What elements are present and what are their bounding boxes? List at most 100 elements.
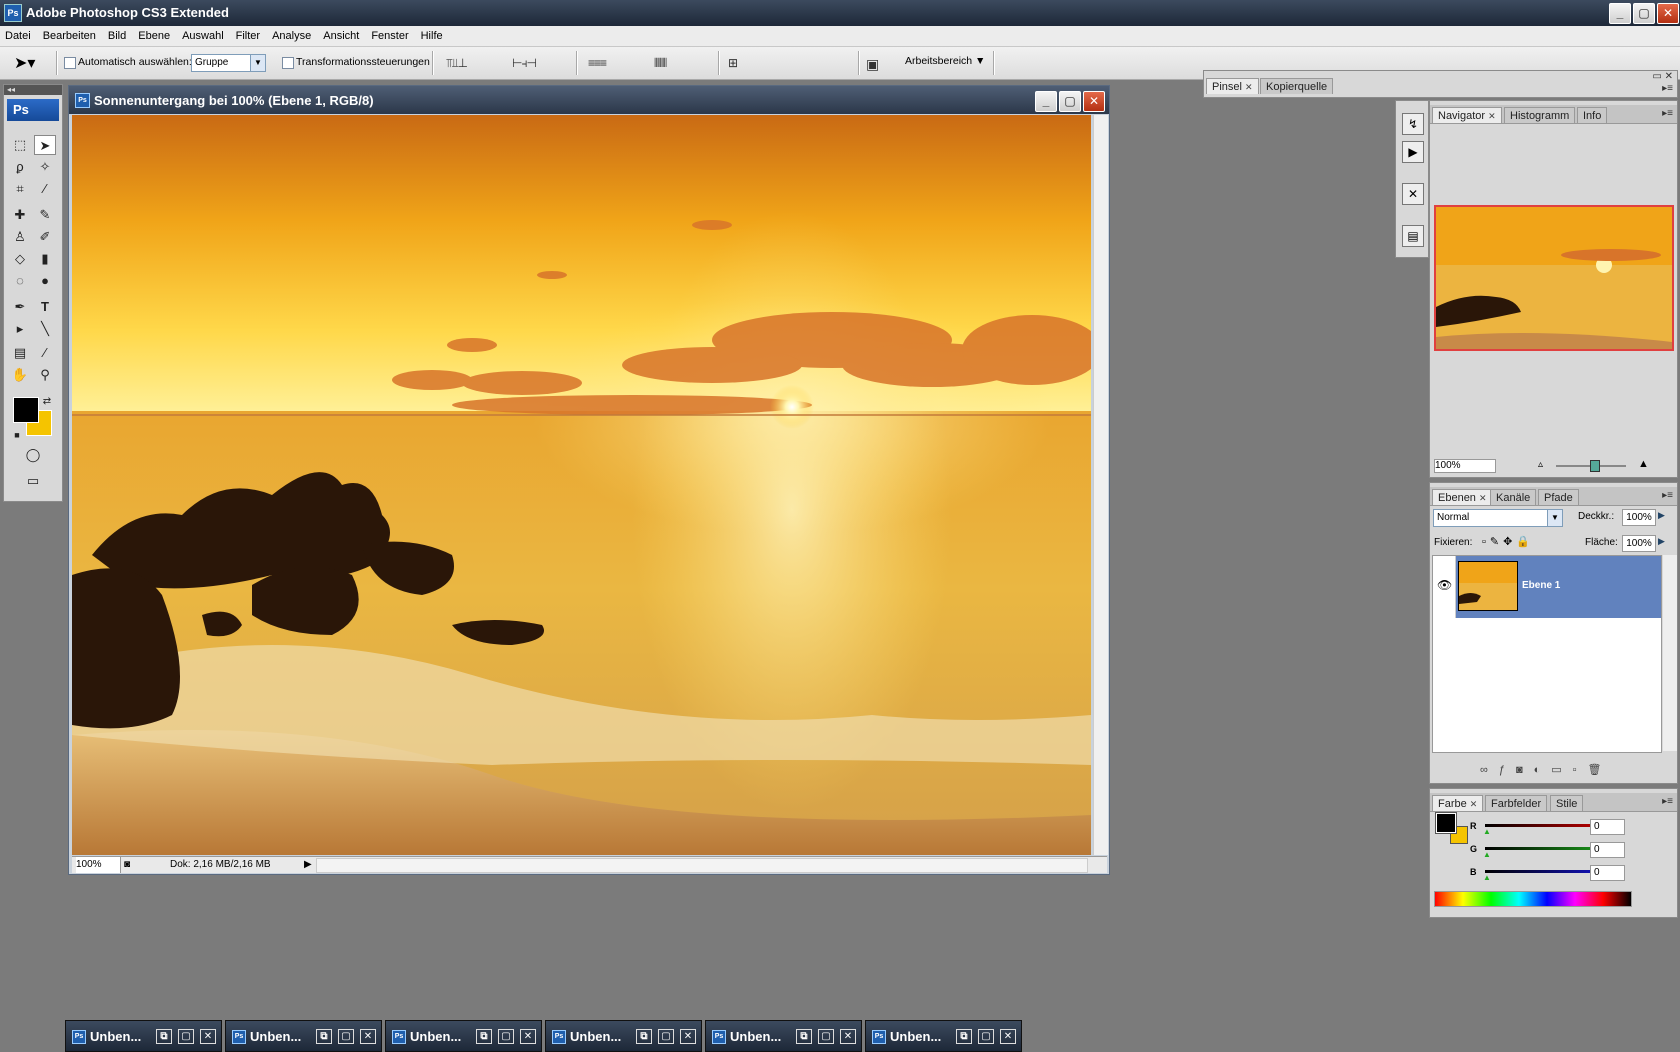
tab-kopierquelle[interactable]: Kopierquelle bbox=[1260, 78, 1334, 94]
blue-value-field[interactable]: 0 bbox=[1590, 865, 1625, 881]
hand-tool-icon[interactable]: ✋ bbox=[9, 365, 31, 385]
eraser-tool-icon[interactable]: ◇ bbox=[9, 249, 31, 269]
layer-comps-icon[interactable]: ▤ bbox=[1402, 225, 1424, 247]
move-tool-icon[interactable]: ➤ bbox=[34, 135, 56, 155]
screen-mode-icon[interactable]: ▭ bbox=[22, 471, 44, 491]
tab-histogramm[interactable]: Histogramm bbox=[1504, 107, 1576, 123]
minimized-document-window[interactable]: Ps Unben... ⧉ ▢ ✕ bbox=[705, 1020, 862, 1052]
tab-pfade[interactable]: Pfade bbox=[1538, 489, 1579, 505]
panel-menu-icon[interactable]: ▸≡ bbox=[1662, 490, 1673, 501]
tool-presets-icon[interactable]: ✕ bbox=[1402, 183, 1424, 205]
minimized-document-window[interactable]: Ps Unben... ⧉ ▢ ✕ bbox=[865, 1020, 1022, 1052]
panel-minimize-close-icon[interactable]: ▭ ✕ bbox=[1652, 71, 1673, 82]
close-icon[interactable]: ✕ bbox=[1000, 1029, 1016, 1044]
menu-analyse[interactable]: Analyse bbox=[266, 26, 317, 46]
opacity-field[interactable]: 100% bbox=[1622, 509, 1656, 526]
tab-navigator[interactable]: Navigator ✕ bbox=[1432, 107, 1502, 123]
line-tool-icon[interactable]: ╲ bbox=[34, 319, 56, 339]
green-slider-handle-icon[interactable]: ▲ bbox=[1483, 850, 1491, 859]
restore-icon[interactable]: ⧉ bbox=[796, 1029, 812, 1044]
menu-ebene[interactable]: Ebene bbox=[132, 26, 176, 46]
fill-arrow-icon[interactable]: ▶ bbox=[1658, 536, 1665, 547]
bridge-icon[interactable]: ▣ bbox=[866, 56, 879, 73]
menu-datei[interactable]: Datei bbox=[0, 26, 37, 46]
pen-tool-icon[interactable]: ✒ bbox=[9, 297, 31, 317]
tab-stile[interactable]: Stile bbox=[1550, 795, 1584, 811]
navigator-zoom-field[interactable]: 100% bbox=[1434, 459, 1496, 473]
align-top-icon[interactable]: ⫪⫫⊥ bbox=[446, 56, 468, 71]
menu-bild[interactable]: Bild bbox=[102, 26, 132, 46]
tab-info[interactable]: Info bbox=[1577, 107, 1608, 123]
distribute-vertical-icon[interactable]: ≡≡≡ bbox=[588, 56, 607, 70]
history-brush-icon[interactable]: ✐ bbox=[34, 227, 56, 247]
blue-slider-handle-icon[interactable]: ▲ bbox=[1483, 873, 1491, 882]
quick-mask-icon[interactable]: ◯ bbox=[22, 445, 44, 465]
menu-filter[interactable]: Filter bbox=[230, 26, 266, 46]
type-tool-icon[interactable]: T bbox=[34, 297, 56, 317]
menu-ansicht[interactable]: Ansicht bbox=[317, 26, 365, 46]
panel-menu-icon[interactable]: ▸≡ bbox=[1662, 108, 1673, 119]
status-info-icon[interactable]: ◙ bbox=[124, 857, 130, 873]
foreground-color-swatch[interactable] bbox=[13, 397, 39, 423]
maximize-icon[interactable]: ▢ bbox=[498, 1029, 514, 1044]
restore-icon[interactable]: ⧉ bbox=[476, 1029, 492, 1044]
close-icon[interactable]: ✕ bbox=[360, 1029, 376, 1044]
healing-brush-icon[interactable]: ✚ bbox=[9, 205, 31, 225]
auto-align-icon[interactable]: ⊞ bbox=[728, 56, 738, 70]
swap-colors-icon[interactable]: ⇄ bbox=[36, 392, 58, 412]
restore-icon[interactable]: ⧉ bbox=[316, 1029, 332, 1044]
minimized-document-window[interactable]: Ps Unben... ⧉ ▢ ✕ bbox=[385, 1020, 542, 1052]
crop-tool-icon[interactable]: ⌗ bbox=[9, 179, 31, 199]
close-icon[interactable]: ✕ bbox=[200, 1029, 216, 1044]
minimized-document-window[interactable]: Ps Unben... ⧉ ▢ ✕ bbox=[65, 1020, 222, 1052]
brush-tool-icon[interactable]: ✎ bbox=[34, 205, 56, 225]
fill-field[interactable]: 100% bbox=[1622, 535, 1656, 552]
maximize-icon[interactable]: ▢ bbox=[178, 1029, 194, 1044]
restore-icon[interactable]: ⧉ bbox=[956, 1029, 972, 1044]
color-foreground-swatch[interactable] bbox=[1435, 812, 1457, 834]
move-tool-preset-icon[interactable]: ➤▾ bbox=[14, 53, 35, 73]
layer-row[interactable]: Ebene 1 bbox=[1456, 556, 1661, 618]
blend-mode-dropdown[interactable]: Normal ▼ bbox=[1433, 509, 1563, 527]
close-icon[interactable]: ✕ bbox=[840, 1029, 856, 1044]
transform-controls-checkbox[interactable] bbox=[282, 57, 294, 69]
menu-bearbeiten[interactable]: Bearbeiten bbox=[37, 26, 102, 46]
toolbox-collapse-icon[interactable]: ◂◂ bbox=[4, 85, 62, 95]
magic-wand-tool-icon[interactable]: ✧ bbox=[34, 157, 56, 177]
layer-visibility-toggle[interactable]: 👁 bbox=[1433, 556, 1456, 618]
auto-select-checkbox[interactable] bbox=[64, 57, 76, 69]
slice-tool-icon[interactable]: ∕ bbox=[34, 179, 56, 199]
image-canvas[interactable] bbox=[72, 115, 1091, 855]
lock-icons[interactable]: ▫✎✥🔒 bbox=[1482, 535, 1534, 548]
history-panel-icon[interactable]: ↯ bbox=[1402, 113, 1424, 135]
panel-menu-icon[interactable]: ▸≡ bbox=[1662, 796, 1673, 807]
auto-select-dropdown[interactable]: Gruppe ▼ bbox=[191, 54, 266, 72]
minimized-document-window[interactable]: Ps Unben... ⧉ ▢ ✕ bbox=[545, 1020, 702, 1052]
lasso-tool-icon[interactable]: ϼ bbox=[9, 157, 31, 177]
path-selection-icon[interactable]: ▸ bbox=[9, 319, 31, 339]
maximize-icon[interactable]: ▢ bbox=[818, 1029, 834, 1044]
zoom-field[interactable]: 100% bbox=[76, 857, 121, 873]
notes-tool-icon[interactable]: ▤ bbox=[9, 343, 31, 363]
default-colors-icon[interactable]: ■ bbox=[6, 425, 28, 445]
close-icon[interactable]: ✕ bbox=[520, 1029, 536, 1044]
panel-menu-icon[interactable]: ▸≡ bbox=[1662, 83, 1673, 94]
restore-button[interactable]: ▢ bbox=[1633, 3, 1655, 24]
blur-tool-icon[interactable]: ◌ bbox=[9, 271, 31, 291]
maximize-icon[interactable]: ▢ bbox=[658, 1029, 674, 1044]
horizontal-scrollbar[interactable] bbox=[316, 858, 1088, 873]
green-value-field[interactable]: 0 bbox=[1590, 842, 1625, 858]
layers-scrollbar[interactable] bbox=[1663, 555, 1677, 751]
restore-icon[interactable]: ⧉ bbox=[636, 1029, 652, 1044]
align-left-icon[interactable]: ⊢⫞⊣ bbox=[512, 56, 537, 71]
zoom-out-icon[interactable]: ▵ bbox=[1538, 459, 1543, 470]
tab-farbfelder[interactable]: Farbfelder bbox=[1485, 795, 1548, 811]
red-value-field[interactable]: 0 bbox=[1590, 819, 1625, 835]
tab-pinsel[interactable]: Pinsel ✕ bbox=[1206, 78, 1259, 94]
zoom-tool-icon[interactable]: ⚲ bbox=[34, 365, 56, 385]
zoom-in-icon[interactable]: ▲ bbox=[1638, 458, 1649, 470]
tab-ebenen[interactable]: Ebenen ✕ bbox=[1432, 489, 1493, 505]
restore-icon[interactable]: ⧉ bbox=[156, 1029, 172, 1044]
menu-hilfe[interactable]: Hilfe bbox=[415, 26, 449, 46]
maximize-icon[interactable]: ▢ bbox=[338, 1029, 354, 1044]
